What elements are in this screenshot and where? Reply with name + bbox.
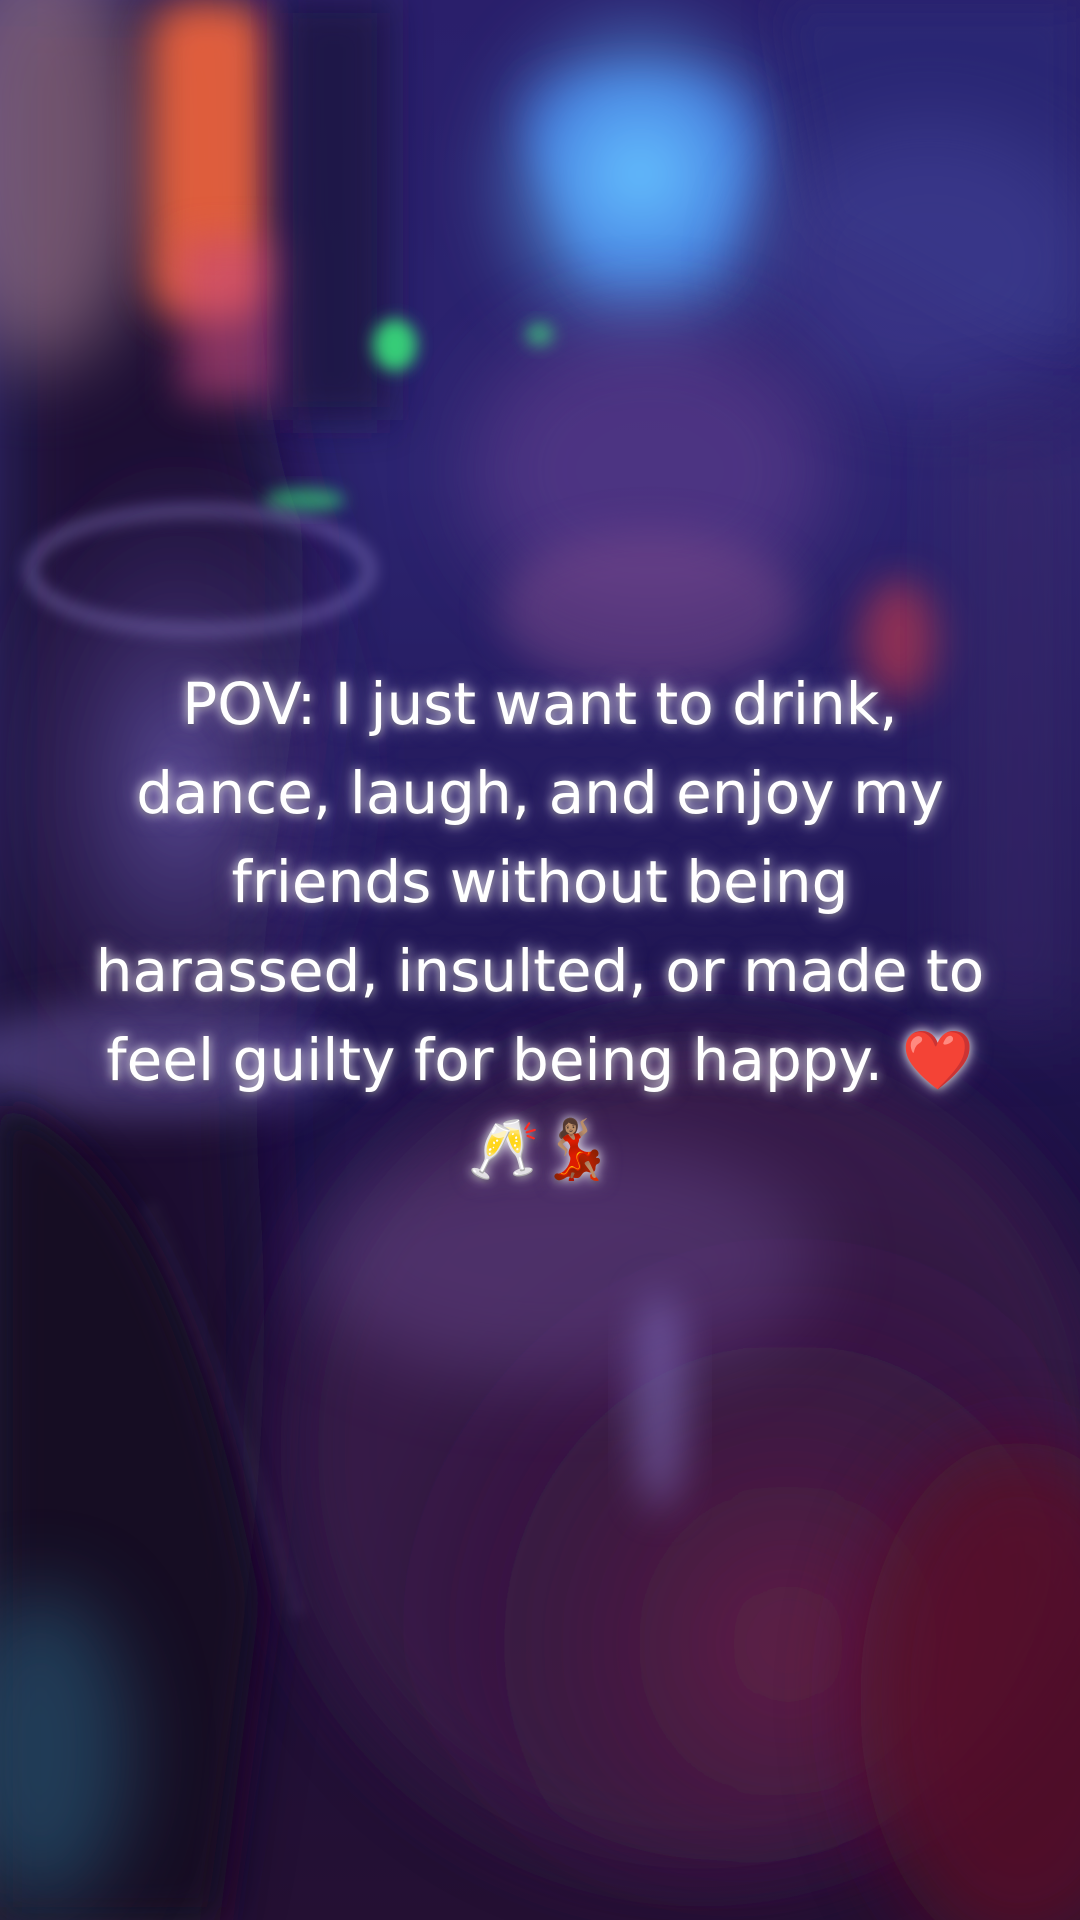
photo-background: POV: I just want to drink, dance, laugh,…: [0, 0, 1080, 1920]
caption-text: POV: I just want to drink, dance, laugh,…: [95, 670, 985, 1183]
